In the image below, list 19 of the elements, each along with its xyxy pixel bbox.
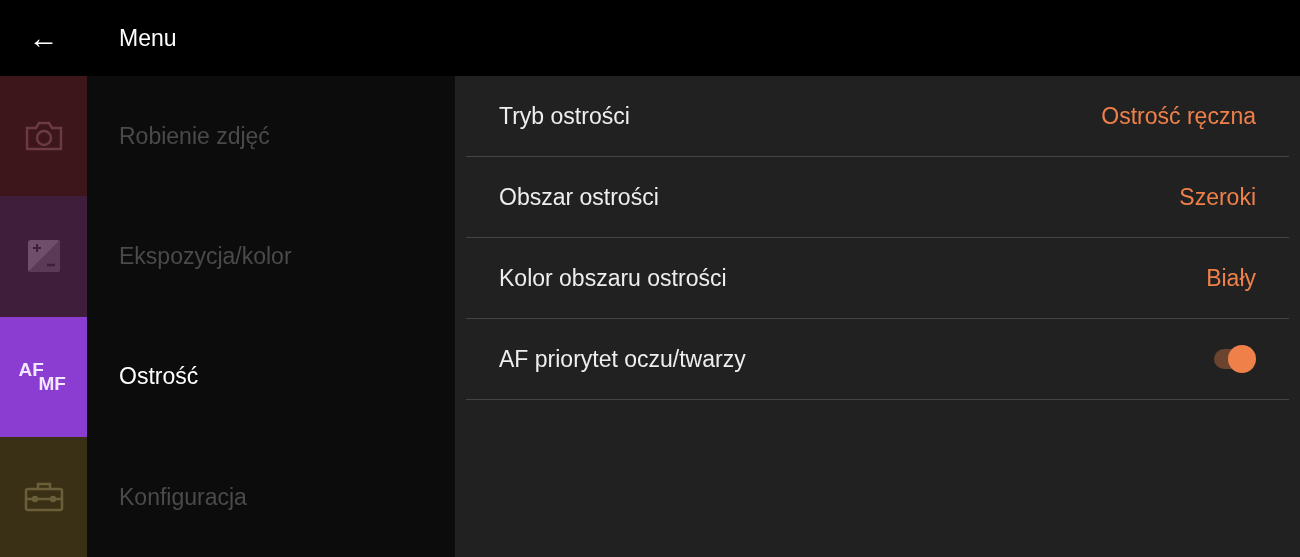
toolbox-icon: [23, 481, 64, 512]
af-mf-icon: AF MF: [18, 359, 69, 394]
setting-label: AF priorytet oczu/twarzy: [499, 344, 746, 374]
exposure-compensation-icon: [26, 239, 61, 274]
setting-label: Tryb ostrości: [499, 101, 630, 131]
header-title: Menu: [119, 23, 177, 53]
setting-label: Obszar ostrości: [499, 182, 659, 212]
category-tile[interactable]: [0, 196, 87, 317]
setting-value[interactable]: Ostrość ręczna: [1101, 98, 1256, 134]
category-tile[interactable]: [0, 76, 87, 197]
setting-value[interactable]: Biały: [1206, 260, 1256, 296]
setting-label: Kolor obszaru ostrości: [499, 263, 727, 293]
setting-value[interactable]: Szeroki: [1179, 179, 1256, 215]
back-button[interactable]: ←: [28, 23, 59, 53]
category-label[interactable]: Ostrość: [119, 359, 199, 394]
toggle-switch[interactable]: [1212, 345, 1256, 373]
camera-icon: [23, 120, 64, 153]
category-tile[interactable]: AF MF: [0, 316, 87, 437]
category-tile[interactable]: [0, 436, 87, 557]
